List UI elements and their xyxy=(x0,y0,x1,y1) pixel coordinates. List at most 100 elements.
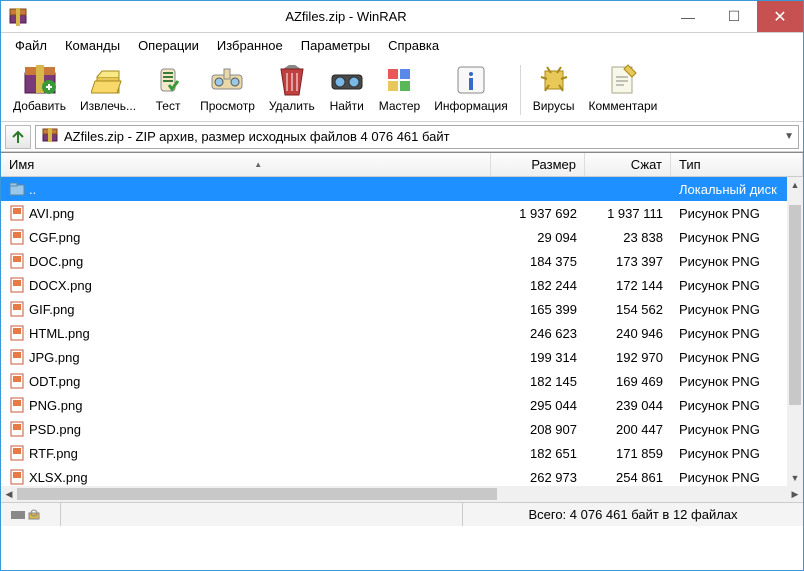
png-icon xyxy=(9,253,25,269)
horizontal-scrollbar[interactable]: ◀ ▶ xyxy=(1,486,803,502)
menu-item-справка[interactable]: Справка xyxy=(380,36,447,55)
titlebar[interactable]: AZfiles.zip - WinRAR — ☐ ✕ xyxy=(1,1,803,33)
png-icon xyxy=(9,301,25,317)
close-button[interactable]: ✕ xyxy=(757,1,803,32)
wizard-icon xyxy=(382,63,416,97)
app-icon xyxy=(9,8,27,26)
file-row[interactable]: PSD.png208 907200 447Рисунок PNG xyxy=(1,417,803,441)
pathbar: AZfiles.zip - ZIP архив, размер исходных… xyxy=(1,122,803,152)
column-type[interactable]: Тип xyxy=(671,153,803,176)
file-row[interactable]: PNG.png295 044239 044Рисунок PNG xyxy=(1,393,803,417)
scroll-down-icon[interactable]: ▼ xyxy=(787,470,803,486)
file-size: 29 094 xyxy=(491,230,585,245)
file-type: Локальный диск xyxy=(671,182,803,197)
file-size: 165 399 xyxy=(491,302,585,317)
scroll-right-icon[interactable]: ▶ xyxy=(787,489,803,500)
png-icon xyxy=(9,421,25,437)
test-icon xyxy=(151,63,185,97)
toolbar-label: Информация xyxy=(434,99,507,113)
delete-icon xyxy=(275,63,309,97)
file-packed: 154 562 xyxy=(585,302,671,317)
menu-item-операции[interactable]: Операции xyxy=(130,36,207,55)
file-row[interactable]: DOC.png184 375173 397Рисунок PNG xyxy=(1,249,803,273)
file-row[interactable]: GIF.png 165 399154 562Рисунок PNG xyxy=(1,297,803,321)
find-icon xyxy=(330,63,364,97)
png-icon xyxy=(9,277,25,293)
file-size: 199 314 xyxy=(491,350,585,365)
toolbar-label: Вирусы xyxy=(533,99,575,113)
toolbar-label: Найти xyxy=(330,99,364,113)
menu-item-файл[interactable]: Файл xyxy=(7,36,55,55)
toolbar-label: Тест xyxy=(156,99,181,113)
file-type: Рисунок PNG xyxy=(671,278,803,293)
file-size: 295 044 xyxy=(491,398,585,413)
file-packed: 200 447 xyxy=(585,422,671,437)
dropdown-icon[interactable]: ▼ xyxy=(784,131,794,142)
extract-icon xyxy=(91,63,125,97)
scroll-thumb-h[interactable] xyxy=(17,488,497,500)
file-row[interactable]: RTF.png182 651171 859Рисунок PNG xyxy=(1,441,803,465)
scroll-left-icon[interactable]: ◀ xyxy=(1,489,17,500)
file-size: 246 623 xyxy=(491,326,585,341)
file-type: Рисунок PNG xyxy=(671,446,803,461)
file-packed: 171 859 xyxy=(585,446,671,461)
toolbar-view-button[interactable]: Просмотр xyxy=(194,61,261,115)
add-icon xyxy=(23,63,57,97)
column-name[interactable]: Имя▲ xyxy=(1,153,491,176)
file-packed: 169 469 xyxy=(585,374,671,389)
toolbar-find-button[interactable]: Найти xyxy=(323,61,371,115)
vertical-scrollbar[interactable]: ▲ ▼ xyxy=(787,177,803,486)
toolbar-label: Просмотр xyxy=(200,99,255,113)
column-headers: Имя▲ Размер Сжат Тип xyxy=(1,153,803,177)
file-type: Рисунок PNG xyxy=(671,374,803,389)
file-size: 208 907 xyxy=(491,422,585,437)
path-field[interactable]: AZfiles.zip - ZIP архив, размер исходных… xyxy=(35,125,799,149)
file-name: CGF.png xyxy=(29,230,80,245)
toolbar-test-button[interactable]: Тест xyxy=(144,61,192,115)
file-type: Рисунок PNG xyxy=(671,302,803,317)
column-size[interactable]: Размер xyxy=(491,153,585,176)
up-button[interactable] xyxy=(5,125,31,149)
toolbar-info-button[interactable]: Информация xyxy=(428,61,513,115)
scroll-up-icon[interactable]: ▲ xyxy=(787,177,803,193)
file-row[interactable]: AVI.png1 937 6921 937 111Рисунок PNG xyxy=(1,201,803,225)
toolbar-label: Добавить xyxy=(13,99,66,113)
column-packed[interactable]: Сжат xyxy=(585,153,671,176)
scroll-thumb[interactable] xyxy=(789,205,801,405)
minimize-button[interactable]: — xyxy=(665,1,711,32)
toolbar-add-button[interactable]: Добавить xyxy=(7,61,72,115)
toolbar-virus-button[interactable]: Вирусы xyxy=(527,61,581,115)
path-text: AZfiles.zip - ZIP архив, размер исходных… xyxy=(64,129,450,144)
toolbar-label: Мастер xyxy=(379,99,421,113)
png-icon xyxy=(9,349,25,365)
png-icon xyxy=(9,397,25,413)
file-name: DOCX.png xyxy=(29,278,92,293)
file-packed: 1 937 111 xyxy=(585,206,671,221)
file-type: Рисунок PNG xyxy=(671,230,803,245)
file-row[interactable]: HTML.png246 623240 946Рисунок PNG xyxy=(1,321,803,345)
toolbar-comment-button[interactable]: Комментари xyxy=(582,61,663,115)
file-name: PNG.png xyxy=(29,398,82,413)
toolbar-delete-button[interactable]: Удалить xyxy=(263,61,321,115)
file-row[interactable]: XLSX.png262 973254 861Рисунок PNG xyxy=(1,465,803,486)
file-packed: 173 397 xyxy=(585,254,671,269)
toolbar-wizard-button[interactable]: Мастер xyxy=(373,61,427,115)
maximize-button[interactable]: ☐ xyxy=(711,1,757,32)
menu-item-избранное[interactable]: Избранное xyxy=(209,36,291,55)
file-row[interactable]: ODT.png182 145169 469Рисунок PNG xyxy=(1,369,803,393)
file-name: PSD.png xyxy=(29,422,81,437)
info-icon xyxy=(454,63,488,97)
file-name: .. xyxy=(29,182,36,197)
menu-item-параметры[interactable]: Параметры xyxy=(293,36,378,55)
png-icon xyxy=(9,469,25,485)
menu-item-команды[interactable]: Команды xyxy=(57,36,128,55)
png-icon xyxy=(9,229,25,245)
parent-folder-row[interactable]: .. Локальный диск xyxy=(1,177,803,201)
file-row[interactable]: DOCX.png182 244172 144Рисунок PNG xyxy=(1,273,803,297)
file-row[interactable]: JPG.png199 314192 970Рисунок PNG xyxy=(1,345,803,369)
comment-icon xyxy=(606,63,640,97)
status-lock-icon[interactable] xyxy=(1,503,61,526)
toolbar-extract-button[interactable]: Извлечь... xyxy=(74,61,142,115)
file-name: GIF.png xyxy=(29,302,75,317)
file-row[interactable]: CGF.png29 09423 838Рисунок PNG xyxy=(1,225,803,249)
